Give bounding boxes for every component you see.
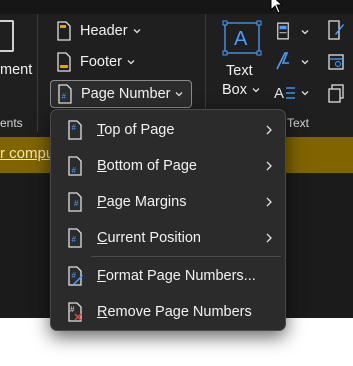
chevron-down-icon [127, 60, 135, 65]
menu-item-label: Remove Page Numbers [97, 304, 252, 320]
svg-text:#: # [62, 92, 67, 101]
svg-text:#: # [72, 166, 77, 175]
object-icon[interactable] [327, 83, 345, 103]
header-label: Header [80, 23, 128, 39]
drop-cap-button[interactable]: A [274, 81, 314, 105]
current-position-icon: # [68, 228, 82, 248]
text-box-label-line2-wrap: Box [222, 82, 261, 98]
chevron-right-icon [266, 161, 272, 171]
text-box-label-line1: Text [226, 63, 253, 79]
chevron-down-icon [176, 92, 183, 97]
date-time-icon[interactable] [327, 52, 345, 72]
text-box-button[interactable]: A Text Box [218, 20, 266, 100]
menu-item-label: Current Position [97, 230, 201, 246]
footer-icon [57, 52, 71, 72]
text-box-icon: A [222, 20, 262, 56]
chevron-down-icon [301, 30, 309, 35]
footer-button[interactable]: Footer [56, 50, 136, 74]
svg-text:#: # [74, 199, 79, 208]
chevron-down-icon [133, 29, 141, 34]
menu-separator [91, 256, 281, 257]
chevron-down-icon [301, 60, 309, 65]
remove-page-numbers-icon: # [68, 302, 82, 322]
signature-line-icon[interactable] [327, 20, 345, 40]
chevron-down-icon [301, 91, 309, 96]
svg-text:A: A [274, 85, 284, 102]
chevron-right-icon [266, 233, 272, 243]
mouse-cursor-icon [270, 0, 284, 14]
partial-button-label[interactable]: ment [0, 62, 32, 78]
page-margins-icon: # [68, 192, 82, 212]
text-group-label: Text [287, 116, 310, 130]
menu-item-label: Top of Page [97, 122, 175, 138]
menu-item-format-page-numbers[interactable]: # Format Page Numbers... [51, 258, 285, 294]
svg-text:A: A [234, 28, 248, 50]
chevron-right-icon [266, 125, 272, 135]
page-number-menu: # Top of Page # Bottom of Page # Page Ma… [50, 109, 286, 331]
menu-item-label: Page Margins [97, 194, 187, 210]
quick-parts-icon [277, 22, 289, 40]
menu-item-page-margins[interactable]: # Page Margins [51, 184, 285, 220]
header-button[interactable]: Header [56, 19, 142, 43]
svg-text:#: # [72, 271, 77, 280]
menu-item-label: Format Page Numbers... [97, 268, 256, 284]
drop-cap-icon: A [274, 85, 295, 102]
text-box-label-line2: Box [222, 82, 247, 98]
wordart-icon [276, 52, 289, 70]
document-link-text[interactable]: r compu [0, 145, 54, 162]
quick-parts-button[interactable] [274, 20, 314, 44]
chevron-down-icon [252, 88, 260, 93]
partial-icon-left[interactable] [0, 20, 14, 52]
ribbon-top-strip [0, 0, 353, 14]
menu-item-current-position[interactable]: # Current Position [51, 220, 285, 256]
format-page-numbers-icon: # [68, 266, 83, 286]
footer-label: Footer [80, 54, 122, 70]
page-number-button[interactable]: # Page Number [50, 80, 193, 108]
page-number-icon: # [58, 84, 72, 104]
svg-text:#: # [70, 305, 75, 314]
svg-text:#: # [72, 123, 77, 132]
partial-group-label: ents [0, 116, 23, 130]
menu-item-bottom-of-page[interactable]: # Bottom of Page [51, 148, 285, 184]
menu-item-label: Bottom of Page [97, 158, 197, 174]
svg-text:#: # [72, 235, 77, 244]
page-number-label: Page Number [81, 86, 171, 102]
chevron-right-icon [266, 197, 272, 207]
word-window: ment ents Header Footer # Page Number A … [0, 0, 353, 366]
page-number-top-icon: # [68, 120, 82, 140]
menu-item-top-of-page[interactable]: # Top of Page [51, 112, 285, 148]
wordart-button[interactable] [274, 50, 314, 74]
header-icon [57, 21, 71, 41]
group-separator [37, 14, 38, 132]
page-number-bottom-icon: # [68, 156, 82, 176]
menu-item-remove-page-numbers[interactable]: # Remove Page Numbers [51, 294, 285, 330]
